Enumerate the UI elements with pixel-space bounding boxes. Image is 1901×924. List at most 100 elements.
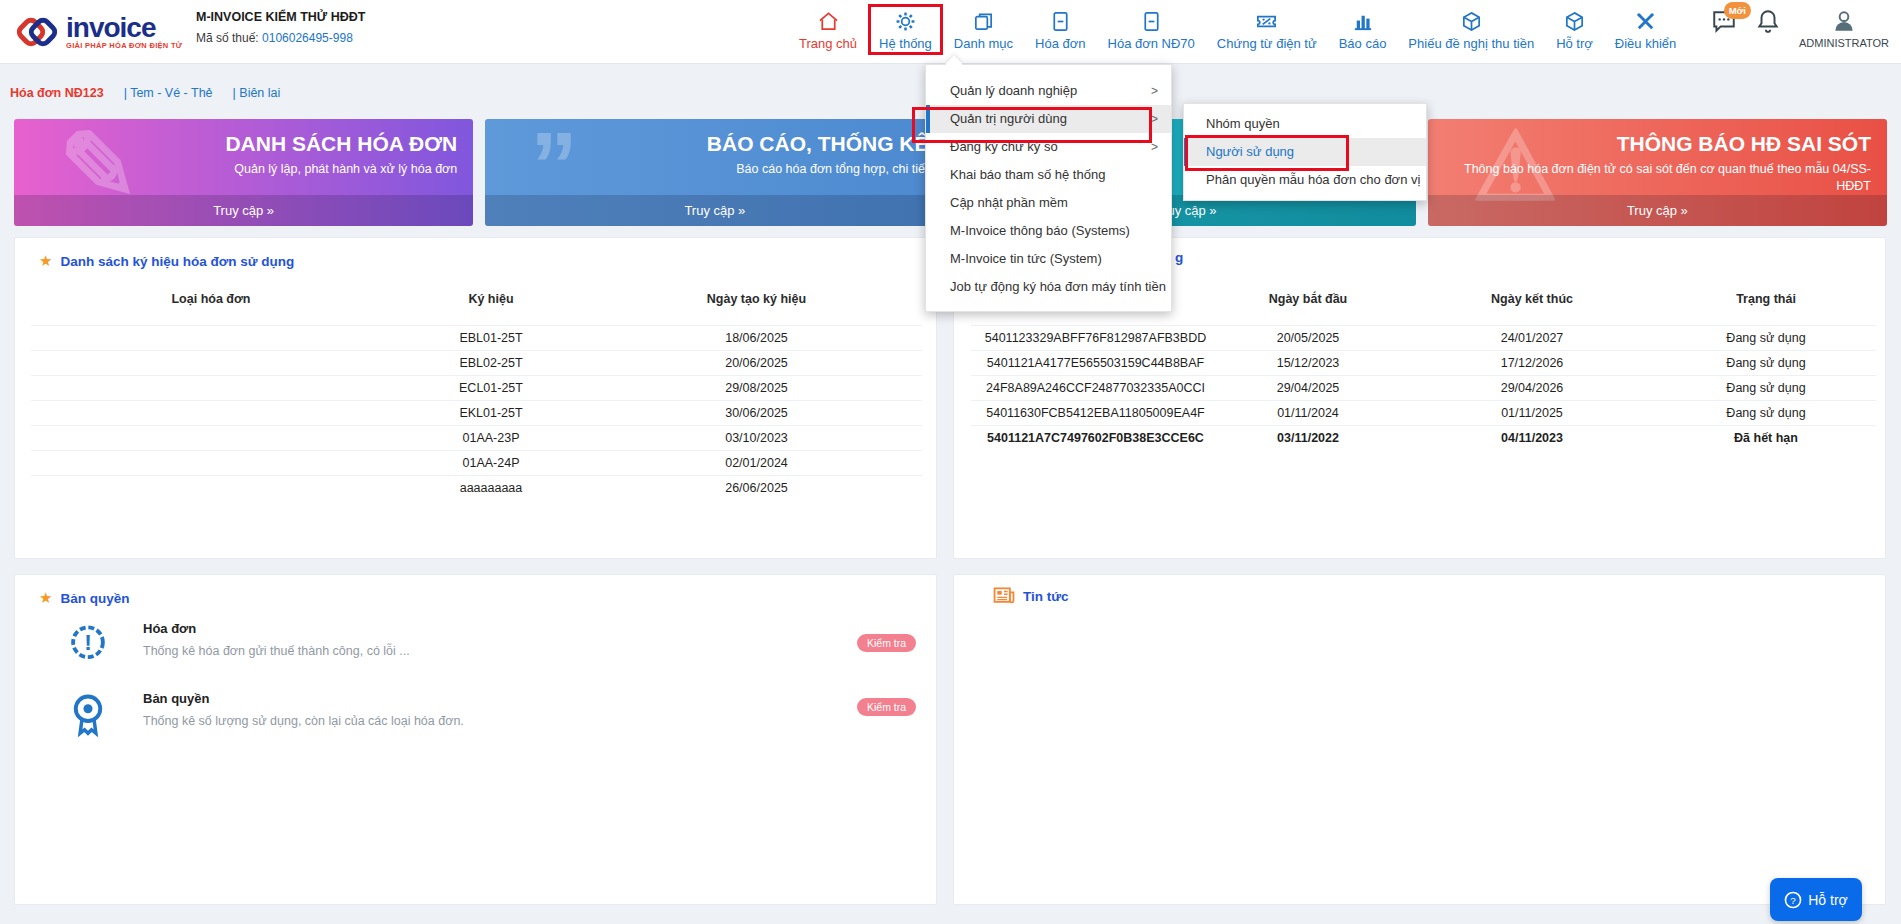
submenu-arrow-icon: > (1151, 133, 1158, 161)
question-circle-icon: ? (1784, 891, 1802, 909)
certs-col-header: Trạng thái (1656, 273, 1876, 325)
medal-icon (67, 691, 109, 741)
license-panel-title: Bản quyền (60, 591, 129, 606)
copy-icon (972, 10, 995, 33)
newspaper-icon (993, 587, 1015, 605)
system-dropdown-menu: Quản lý doanh nghiệp>Quản trị người dùng… (925, 64, 1172, 312)
certs-table-row: 5401123329ABFF76F812987AFB3BDD20/05/2025… (971, 325, 1876, 350)
symbols-table-row: EKL01-25T30/06/2025 (31, 400, 922, 425)
symbol-link[interactable]: EKL01-25T (391, 400, 591, 425)
nav-item-10[interactable]: Điều khiển (1604, 4, 1687, 55)
cube-icon (1563, 10, 1586, 33)
submenu-item-2[interactable]: Người sử dụng (1184, 138, 1426, 166)
notifications-chat[interactable]: Mới (1711, 8, 1737, 34)
svg-text:?: ? (1790, 894, 1796, 905)
company-info: M-INVOICE KIỂM THỬ HĐĐT Mã số thuế: 0106… (196, 10, 365, 45)
doc-icon (1140, 10, 1163, 33)
user-icon (1831, 8, 1857, 34)
symbol-link[interactable]: 01AA-23P (391, 425, 591, 450)
banner-card-4[interactable]: ⚠THÔNG BÁO HĐ SAI SÓTThông báo hóa đơn đ… (1428, 119, 1887, 226)
tax-code: 0106026495-998 (262, 31, 353, 45)
seal-icon: ! (67, 621, 109, 671)
symbol-link[interactable]: EBL01-25T (391, 325, 591, 350)
subnav-item-2[interactable]: | Tem - Vé - Thẻ (124, 86, 213, 100)
nav-item-5[interactable]: Hóa đơn NĐ70 (1097, 4, 1206, 55)
menu-item-7[interactable]: M-Invoice tin tức (System) (926, 245, 1171, 273)
support-label: Hỗ trợ (1808, 892, 1848, 908)
notifications-bell[interactable] (1755, 8, 1781, 34)
license-item-2: Bản quyềnThống kê số lượng sử dụng, còn … (59, 691, 464, 728)
symbols-table-row: ECL01-25T29/08/2025 (31, 375, 922, 400)
nav-item-9[interactable]: Hỗ trợ (1545, 4, 1604, 55)
banner-card-1[interactable]: ✎DANH SÁCH HÓA ĐƠNQuản lý lập, phát hành… (14, 119, 473, 226)
nav-item-7[interactable]: Báo cáo (1328, 4, 1398, 55)
menu-item-4[interactable]: Khai báo tham số hệ thống (926, 161, 1171, 189)
cube-icon (1460, 10, 1483, 33)
ticket-icon (1255, 10, 1278, 33)
star-icon: ★ (39, 252, 52, 270)
company-tax: Mã số thuế: 0106026495-998 (196, 31, 365, 45)
symbols-panel-title: Danh sách ký hiệu hóa đơn sử dụng (60, 254, 294, 269)
banner-card-2[interactable]: ”BÁO CÁO, THỐNG KÊBáo cáo hóa đơn tổng h… (485, 119, 944, 226)
chart-icon (1351, 10, 1374, 33)
nav-item-1[interactable]: Trang chủ (788, 4, 868, 55)
symbols-table-row: 01AA-24P02/01/2024 (31, 450, 922, 475)
banner-cta-4[interactable]: Truy cập » (1428, 195, 1887, 226)
bell-icon (1755, 8, 1781, 34)
submenu-item-1[interactable]: Nhóm quyền (1184, 110, 1426, 138)
symbols-col-header: Ký hiệu (391, 273, 591, 325)
certs-table-row: 5401121A7C7497602F0B38E3CCE6C03/11/20220… (971, 425, 1876, 450)
new-badge: Mới (1724, 2, 1751, 19)
symbols-table-row: EBL01-25T18/06/2025 (31, 325, 922, 350)
star-icon: ★ (39, 589, 52, 607)
nav-item-8[interactable]: Phiếu đề nghị thu tiền (1397, 4, 1545, 55)
submenu-arrow-icon: > (1151, 77, 1158, 105)
news-panel: Tin tức (953, 574, 1886, 905)
submenu-arrow-icon: > (1151, 105, 1158, 133)
menu-item-6[interactable]: M-Invoice thông báo (Systems) (926, 217, 1171, 245)
check-badge-1[interactable]: Kiểm tra (857, 634, 916, 652)
symbol-link[interactable]: aaaaaaaaa (391, 475, 591, 500)
banner-cta-1[interactable]: Truy cập » (14, 195, 473, 226)
nav-item-4[interactable]: Hóa đơn (1024, 4, 1096, 55)
news-panel-title: Tin tức (1023, 589, 1069, 604)
menu-item-1[interactable]: Quản lý doanh nghiệp> (926, 77, 1171, 105)
certs-table-row: 54011630FCB5412EBA11805009EA4F01/11/2024… (971, 400, 1876, 425)
subnav-item-1[interactable]: Hóa đơn NĐ123 (10, 86, 104, 100)
symbol-link[interactable]: 01AA-24P (391, 450, 591, 475)
main-nav: Trang chủHệ thốngDanh mụcHóa đơnHóa đơn … (788, 4, 1687, 55)
symbol-link[interactable]: EBL02-25T (391, 350, 591, 375)
brand-name: invoice (66, 15, 182, 41)
subnav-item-3[interactable]: | Biên lai (233, 86, 281, 100)
home-icon (817, 10, 840, 33)
submenu-item-3[interactable]: Phân quyền mẫu hóa đơn cho đơn vị (1184, 166, 1426, 194)
certs-panel-title-fragment: g (1175, 250, 1183, 265)
symbols-table-row: EBL02-25T20/06/2025 (31, 350, 922, 375)
user-name: ADMINISTRATOR (1799, 37, 1889, 49)
certs-table-row: 24F8A89A246CCF24877032335A0CCI29/04/2025… (971, 375, 1876, 400)
certs-table-row: 5401121A4177E565503159C44B8BAF15/12/2023… (971, 350, 1876, 375)
svg-text:!: ! (84, 629, 92, 655)
header-bar: invoice GIẢI PHÁP HÓA ĐƠN ĐIỆN TỬ M-INVO… (0, 0, 1901, 64)
certs-col-header: Ngày kết thúc (1408, 273, 1656, 325)
menu-item-8[interactable]: Job tự động ký hóa đơn máy tính tiền (926, 273, 1171, 301)
user-cluster: Mới ADMINISTRATOR (1693, 8, 1889, 49)
nav-item-6[interactable]: Chứng từ điện tử (1206, 4, 1328, 55)
symbol-link[interactable]: ECL01-25T (391, 375, 591, 400)
check-badge-2[interactable]: Kiểm tra (857, 698, 916, 716)
tools-icon (1634, 10, 1657, 33)
symbols-table: Loại hóa đơnKý hiệuNgày tạo ký hiệuEBL01… (31, 273, 922, 500)
app-logo[interactable]: invoice GIẢI PHÁP HÓA ĐƠN ĐIỆN TỬ (14, 9, 182, 55)
banner-cta-2[interactable]: Truy cập » (485, 195, 944, 226)
nav-item-2[interactable]: Hệ thống (868, 4, 943, 55)
menu-item-5[interactable]: Cập nhật phần mềm (926, 189, 1171, 217)
nav-item-3[interactable]: Danh mục (943, 4, 1024, 55)
menu-item-3[interactable]: Đăng ký chữ ký số> (926, 133, 1171, 161)
menu-item-2[interactable]: Quản trị người dùng> (926, 105, 1171, 133)
brand-tagline: GIẢI PHÁP HÓA ĐƠN ĐIỆN TỬ (66, 41, 182, 50)
logo-knot-icon (14, 9, 60, 55)
company-name: M-INVOICE KIỂM THỬ HĐĐT (196, 10, 365, 24)
support-button[interactable]: ? Hỗ trợ (1770, 878, 1862, 921)
user-menu[interactable]: ADMINISTRATOR (1799, 8, 1889, 49)
license-panel: ★ Bản quyền !Hóa đơnThống kê hóa đơn gửi… (14, 574, 937, 905)
